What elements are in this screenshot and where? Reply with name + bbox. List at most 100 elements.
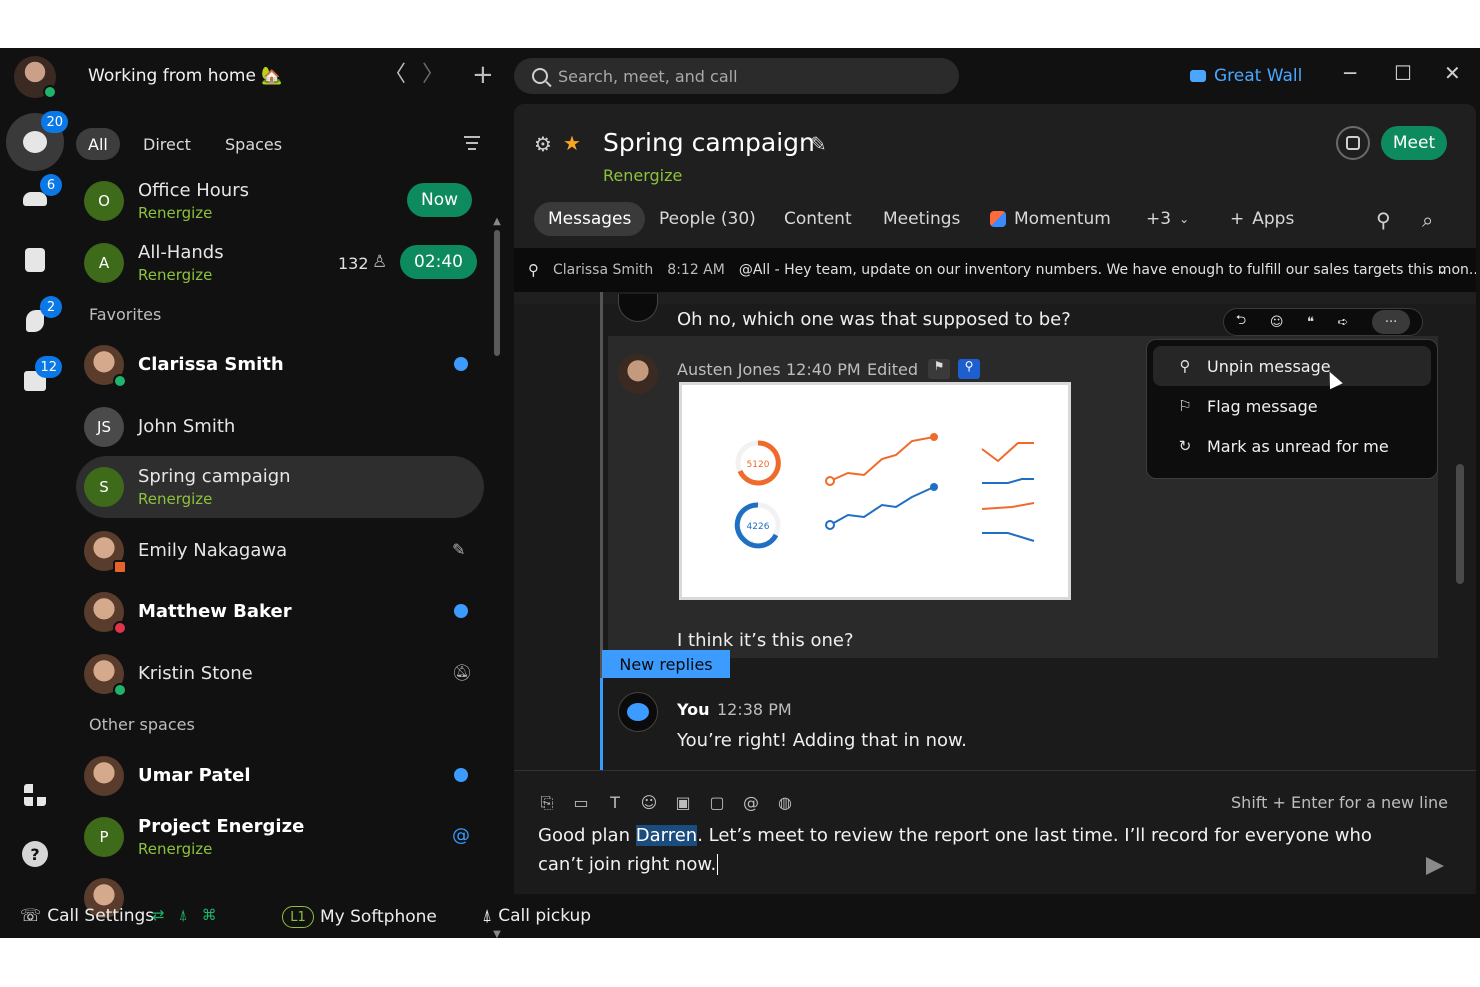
rail-contacts-button[interactable] bbox=[12, 237, 58, 283]
item-title: All-Hands bbox=[138, 242, 224, 263]
pinned-messages-icon[interactable]: ⚲ bbox=[1376, 210, 1391, 230]
menu-item-unpin[interactable]: ⚲ Unpin message bbox=[1153, 346, 1431, 386]
meeting-timer-button[interactable]: 02:40 bbox=[400, 245, 477, 279]
schedule-meeting-button[interactable] bbox=[1336, 126, 1370, 160]
tab-meetings[interactable]: Meetings bbox=[869, 202, 974, 236]
tab-messages[interactable]: Messages bbox=[534, 202, 646, 236]
search-input[interactable]: Search, meet, and call bbox=[514, 58, 959, 94]
presence-available-icon bbox=[113, 374, 127, 388]
minimize-button[interactable]: ─ bbox=[1344, 62, 1356, 84]
space-team-label[interactable]: Renergize bbox=[603, 166, 682, 185]
tab-momentum[interactable]: Momentum bbox=[976, 202, 1125, 236]
filter-spaces[interactable]: Spaces bbox=[213, 128, 294, 160]
presence-meeting-icon bbox=[113, 560, 127, 574]
list-item-matthew-baker[interactable]: Matthew Baker bbox=[76, 581, 484, 643]
list-item-clarissa-smith[interactable]: Clarissa Smith bbox=[76, 334, 484, 396]
avatar bbox=[84, 345, 127, 388]
muted-bell-icon: 🔕︎ bbox=[452, 663, 473, 682]
mention-chip[interactable]: Darren bbox=[635, 825, 698, 846]
quote-icon[interactable]: ❝ bbox=[1307, 315, 1314, 330]
list-item-umar-patel[interactable]: Umar Patel bbox=[76, 745, 484, 807]
rail-apps-button[interactable] bbox=[12, 772, 58, 818]
help-icon[interactable]: ? bbox=[22, 841, 48, 867]
filter-all[interactable]: All bbox=[76, 128, 120, 160]
scroll-thumb[interactable] bbox=[1456, 464, 1464, 584]
avatar bbox=[84, 654, 127, 697]
more-options-icon[interactable]: ··· bbox=[1372, 310, 1411, 334]
tab-people[interactable]: People (30) bbox=[645, 202, 770, 236]
text-format-icon[interactable]: T bbox=[606, 793, 624, 813]
tab-content[interactable]: Content bbox=[770, 202, 866, 236]
new-line-hint: Shift + Enter for a new line bbox=[1231, 793, 1448, 812]
call-forward-icon[interactable]: ⇄ bbox=[152, 906, 165, 924]
call-pickup-group-icon[interactable]: ⍋ bbox=[179, 906, 188, 924]
settings-gear-icon[interactable]: ⚙ bbox=[534, 134, 552, 154]
softphone-line-button[interactable]: L1 My Softphone bbox=[282, 906, 437, 928]
forward-icon[interactable]: ➪ bbox=[1338, 315, 1349, 330]
list-item-kristin-stone[interactable]: Kristin Stone 🔕︎ bbox=[76, 643, 484, 705]
messages-scrollbar[interactable] bbox=[1456, 304, 1464, 684]
favorite-star-icon[interactable]: ★ bbox=[563, 133, 581, 153]
unread-indicator bbox=[454, 768, 468, 782]
send-icon[interactable] bbox=[1426, 857, 1444, 875]
user-status-text[interactable]: Working from home 🏡 bbox=[88, 66, 282, 86]
call-settings-label: Call Settings bbox=[47, 906, 155, 926]
maximize-button[interactable]: ☐ bbox=[1394, 62, 1412, 84]
gif-icon[interactable]: ▣ bbox=[674, 793, 692, 813]
rail-messaging-button[interactable]: 20 bbox=[6, 111, 68, 171]
shared-chart-image[interactable]: 5120 4226 bbox=[679, 382, 1071, 600]
mention-icon[interactable]: @ bbox=[742, 793, 760, 813]
reply-icon[interactable]: ⮌ bbox=[1236, 311, 1246, 333]
tab-more[interactable]: +3 ⌄ bbox=[1132, 202, 1203, 236]
rail-teams-button[interactable]: 6 bbox=[12, 174, 62, 222]
call-pickup-button[interactable]: ⍋ Call pickup bbox=[482, 906, 591, 926]
scroll-up-icon[interactable]: ▲ bbox=[490, 216, 504, 227]
space-pane: ⚙ ★ Spring campaign ✎ Renergize Meet Mes… bbox=[514, 104, 1476, 894]
close-button[interactable]: ✕ bbox=[1444, 62, 1461, 84]
tab-apps[interactable]: + Apps bbox=[1216, 202, 1308, 236]
scroll-thumb[interactable] bbox=[494, 230, 500, 356]
list-item-all-hands[interactable]: A All-Hands Renergize 132 ♙ 02:40 bbox=[76, 232, 484, 294]
meet-button[interactable]: Meet bbox=[1381, 126, 1447, 160]
list-item-emily-nakagawa[interactable]: Emily Nakagawa ✎ bbox=[76, 520, 484, 582]
call-settings-button[interactable]: ☏ Call Settings bbox=[20, 906, 154, 926]
user-avatar[interactable] bbox=[14, 56, 57, 99]
austen-avatar[interactable] bbox=[618, 354, 658, 394]
avatar: O bbox=[84, 181, 124, 221]
voicemail-icon[interactable]: ⌘ bbox=[202, 906, 217, 924]
emoji-icon[interactable]: ☺ bbox=[640, 793, 658, 813]
attach-file-icon[interactable]: ⎘ bbox=[538, 793, 556, 813]
menu-item-mark-unread[interactable]: ↻ Mark as unread for me bbox=[1153, 426, 1431, 466]
rail-meetings-button[interactable]: 12 bbox=[12, 356, 62, 404]
mention-icon: @ bbox=[452, 825, 470, 846]
new-plus-icon[interactable]: + bbox=[472, 62, 494, 88]
item-title: Kristin Stone bbox=[138, 663, 253, 684]
forward-arrow-icon[interactable]: 〉 bbox=[422, 64, 444, 86]
org-name-text: Great Wall bbox=[1214, 66, 1303, 86]
pinned-message-bar[interactable]: ⚲ Clarissa Smith 8:12 AM @All - Hey team… bbox=[514, 248, 1476, 292]
apps-icon[interactable]: ◍ bbox=[776, 793, 794, 813]
rail-calling-button[interactable]: 2 bbox=[12, 296, 62, 344]
filter-direct[interactable]: Direct bbox=[131, 128, 203, 160]
edit-pencil-icon[interactable]: ✎ bbox=[810, 134, 827, 154]
org-label[interactable]: Great Wall bbox=[1190, 66, 1302, 86]
sticker-icon[interactable]: ▢ bbox=[708, 793, 726, 813]
share-screenshot-icon[interactable]: ▭ bbox=[572, 793, 590, 813]
message-author[interactable]: Austen Jones bbox=[677, 360, 781, 379]
list-item-spring-campaign[interactable]: S Spring campaign Renergize bbox=[76, 456, 484, 518]
filter-menu-icon[interactable] bbox=[464, 136, 480, 154]
menu-item-flag[interactable]: ⚐ Flag message bbox=[1153, 386, 1431, 426]
search-in-space-icon[interactable]: ⌕ bbox=[1422, 210, 1433, 230]
join-now-button[interactable]: Now bbox=[407, 183, 473, 217]
message-author[interactable]: You bbox=[677, 700, 710, 719]
you-avatar[interactable] bbox=[618, 692, 658, 732]
list-item-john-smith[interactable]: JS John Smith bbox=[76, 396, 484, 458]
message-input[interactable]: Good plan Darren. Let’s meet to review t… bbox=[538, 821, 1398, 879]
conversation-list-scrollbar[interactable]: ▲ ▼ bbox=[490, 216, 504, 938]
back-arrow-icon[interactable]: 〈 bbox=[384, 64, 406, 86]
new-replies-label[interactable]: New replies bbox=[602, 650, 730, 678]
list-item-project-energize[interactable]: P Project Energize Renergize @ bbox=[76, 806, 484, 868]
expand-chevron-icon[interactable]: ⌄ bbox=[1436, 262, 1448, 278]
list-item-office-hours[interactable]: O Office Hours Renergize Now bbox=[76, 170, 484, 232]
react-smiley-icon[interactable]: ☺ bbox=[1270, 315, 1284, 330]
